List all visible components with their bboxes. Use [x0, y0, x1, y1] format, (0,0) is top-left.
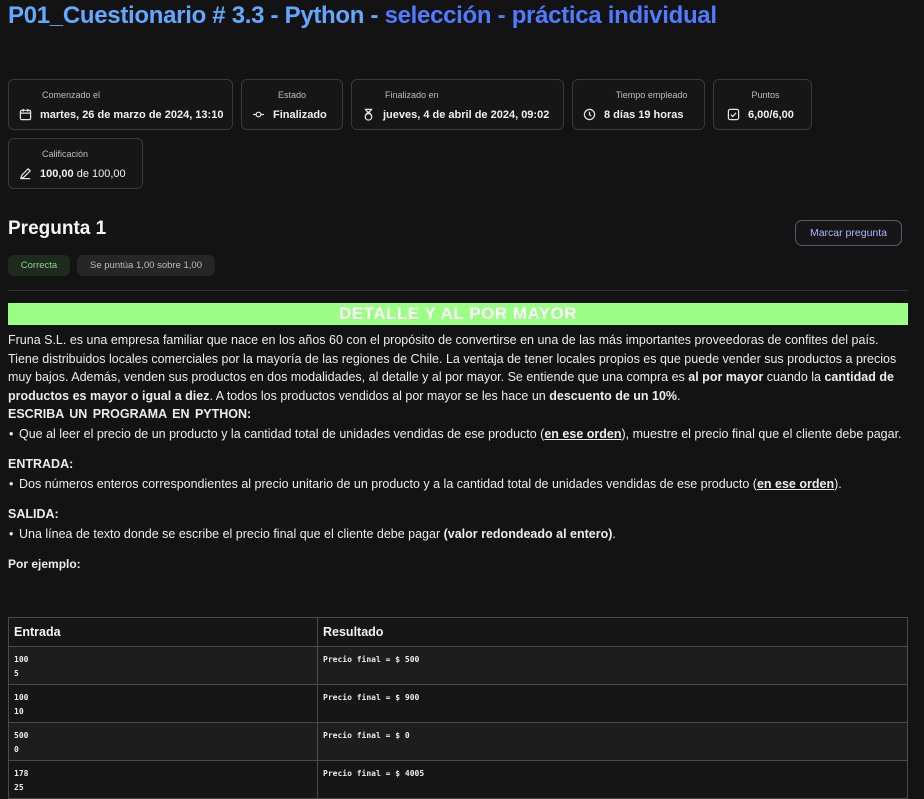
started-card: Comenzado el martes, 26 de marzo de 2024… [8, 79, 233, 130]
column-header-output: Resultado [317, 617, 908, 647]
table-row: 178 25 Precio final = $ 4005 [8, 760, 908, 799]
time-card: Tiempo empleado 8 días 19 horas [572, 79, 705, 130]
grade-label: Calificación [42, 149, 89, 159]
grade-max: de 100,00 [73, 167, 126, 180]
list-item: Que al leer el precio de un producto y l… [9, 425, 908, 444]
problem-banner: DETALLE Y AL POR MAYOR [8, 303, 908, 325]
list-item: Una línea de texto donde se escribe el p… [9, 525, 908, 544]
page-title: P01_Cuestionario # 3.3 - Python - selecc… [8, 2, 717, 29]
problem-intro: Fruna S.L. es una empresa familiar que n… [8, 333, 897, 403]
started-label: Comenzado el [42, 90, 101, 100]
table-header-row: Entrada Resultado [8, 617, 908, 647]
input-heading: ENTRADA: [8, 457, 74, 471]
divider [8, 290, 908, 291]
examples-table: Entrada Resultado 100 5 Precio final = $… [8, 617, 908, 799]
state-label: Estado [277, 90, 307, 100]
table-row: 100 5 Precio final = $ 500 [8, 646, 908, 685]
example-output: Precio final = $ 500 [317, 646, 908, 685]
program-list: Que al leer el precio de un producto y l… [8, 425, 908, 444]
table-row: 500 0 Precio final = $ 0 [8, 722, 908, 761]
output-heading: SALIDA: [8, 507, 59, 521]
example-input: 100 10 [8, 684, 318, 723]
example-output: Precio final = $ 900 [317, 684, 908, 723]
example-output: Precio final = $ 4005 [317, 760, 908, 799]
score-badge: Se puntúa 1,00 sobre 1,00 [77, 255, 215, 276]
grade-value: 100,00 [40, 167, 74, 180]
example-input: 500 0 [8, 722, 318, 761]
column-header-input: Entrada [8, 617, 318, 647]
points-label: Puntos [751, 90, 780, 100]
example-output: Precio final = $ 0 [317, 722, 908, 761]
status-icon [252, 111, 265, 118]
finished-card: Finalizado en jueves, 4 de abril de 2024… [351, 79, 564, 130]
time-label: Tiempo empleado [615, 90, 688, 100]
program-heading: ESCRIBA UN PROGRAMA EN PYTHON: [8, 407, 252, 421]
example-input: 100 5 [8, 646, 318, 685]
status-badge: Correcta [8, 255, 70, 276]
clock-icon [583, 108, 596, 121]
list-item: Dos números enteros correspondientes al … [9, 475, 908, 494]
state-card: Estado Finalizado [241, 79, 343, 130]
input-list: Dos números enteros correspondientes al … [8, 475, 908, 494]
calendar-icon [19, 108, 32, 121]
points-value: 6,00/6,00 [748, 108, 794, 121]
flag-question-button[interactable]: Marcar pregunta [795, 220, 902, 246]
checkbox-icon [727, 108, 740, 121]
pencil-icon [19, 168, 31, 180]
stopwatch-icon [364, 108, 373, 121]
question-title: Pregunta 1 [8, 218, 107, 239]
example-heading: Por ejemplo: [8, 557, 81, 571]
question-text: Fruna S.L. es una empresa familiar que n… [8, 331, 908, 574]
points-card: Puntos 6,00/6,00 [713, 79, 812, 130]
example-input: 178 25 [8, 760, 318, 799]
finished-label: Finalizado en [385, 90, 439, 100]
finished-value: jueves, 4 de abril de 2024, 09:02 [383, 108, 550, 121]
output-list: Una línea de texto donde se escribe el p… [8, 525, 908, 544]
grade-card: Calificación 100,00 de 100,00 [8, 138, 143, 189]
table-row: 100 10 Precio final = $ 900 [8, 684, 908, 723]
time-value: 8 días 19 horas [604, 108, 684, 121]
started-value: martes, 26 de marzo de 2024, 13:10 [40, 108, 224, 121]
state-value: Finalizado [273, 108, 327, 121]
